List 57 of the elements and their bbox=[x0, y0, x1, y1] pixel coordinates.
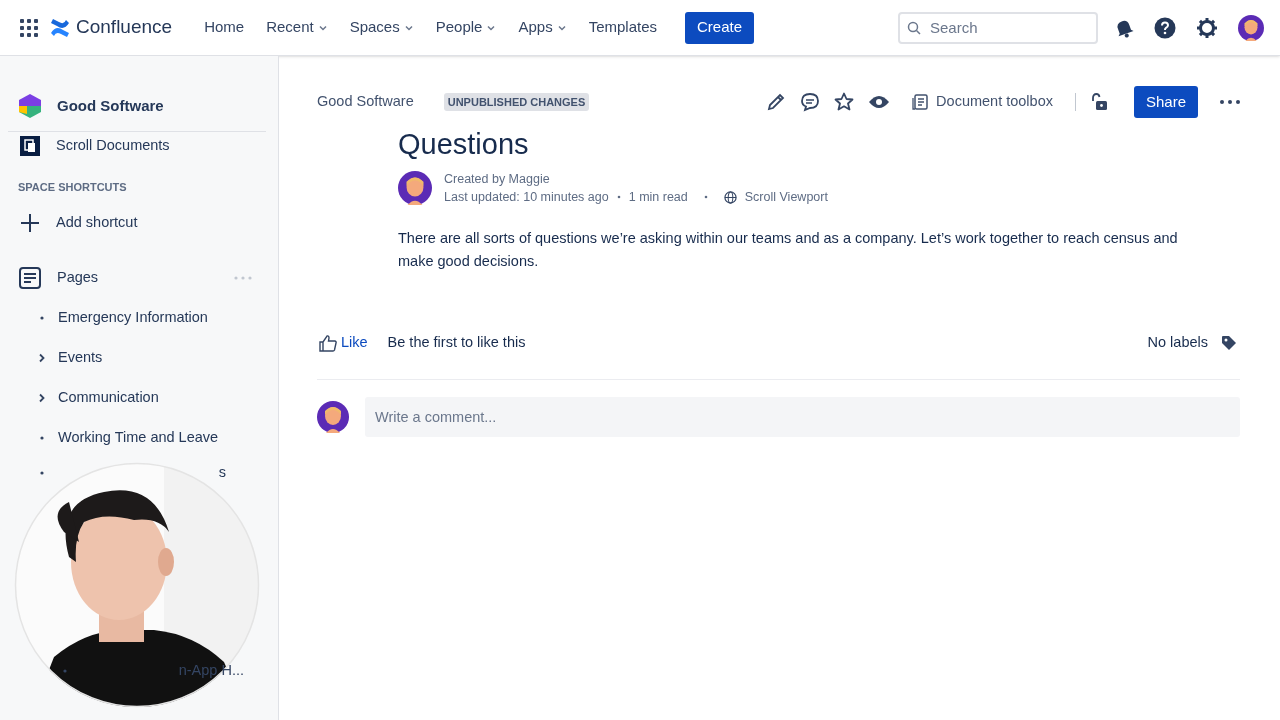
space-logo-icon[interactable] bbox=[19, 94, 41, 118]
like-note: Be the first to like this bbox=[387, 333, 526, 353]
read-time-text: 1 min read bbox=[628, 189, 688, 206]
settings-icon[interactable] bbox=[1196, 16, 1218, 39]
share-button[interactable]: Share bbox=[1133, 86, 1198, 118]
breadcrumb-link[interactable]: Good Software bbox=[317, 91, 414, 113]
page-tree-item[interactable]: Working Time and Leave bbox=[58, 426, 219, 449]
edit-pencil-icon[interactable] bbox=[766, 92, 787, 112]
unlocked-padlock-icon[interactable] bbox=[1089, 93, 1108, 111]
app-grid-icon[interactable] bbox=[20, 18, 38, 37]
chevron-right-icon[interactable] bbox=[38, 392, 46, 403]
page-tree-item[interactable]: Emergency Information bbox=[58, 306, 208, 329]
page-tree-item[interactable]: Events bbox=[58, 346, 103, 369]
page-tree-item[interactable]: n-App H... bbox=[178, 659, 244, 682]
page-tree-item[interactable]: Communication bbox=[58, 386, 159, 409]
tag-icon[interactable] bbox=[1221, 335, 1237, 351]
nav-menu-item[interactable]: Home bbox=[196, 12, 253, 43]
globe-icon bbox=[723, 190, 737, 204]
chevron-right-icon[interactable] bbox=[38, 352, 46, 363]
nav-menu-item[interactable]: Apps bbox=[510, 12, 575, 43]
author-text: Created by Maggie bbox=[444, 171, 551, 188]
sidebar-item[interactable]: Scroll Documents bbox=[56, 135, 170, 157]
sidebar-item[interactable]: Add shortcut bbox=[56, 211, 138, 234]
more-icon[interactable] bbox=[1220, 100, 1240, 104]
body-paragraph: There are all sorts of questions we’re asking within our teams and as a company. Let’s work together to reach census and make good decisions. bbox=[398, 229, 1179, 271]
document-icon bbox=[912, 94, 929, 110]
create-button[interactable]: Create bbox=[685, 11, 755, 44]
star-icon[interactable] bbox=[834, 92, 855, 112]
section-heading: SPACE SHORTCUTS bbox=[17, 180, 128, 195]
sidebar-item[interactable]: Pages bbox=[57, 266, 99, 289]
help-icon[interactable] bbox=[1154, 16, 1176, 39]
logo-icon[interactable] bbox=[50, 17, 70, 38]
document-toolbox-button[interactable]: Document toolbox bbox=[912, 91, 1053, 113]
avatar-icon[interactable] bbox=[1238, 14, 1264, 41]
nav-menu-item[interactable]: Recent bbox=[258, 12, 336, 43]
like-button[interactable]: Like bbox=[319, 332, 368, 354]
plus-icon[interactable] bbox=[20, 212, 40, 233]
page-icon[interactable] bbox=[19, 266, 41, 289]
nav-menu-item[interactable]: Spaces bbox=[341, 12, 422, 43]
avatar-icon[interactable] bbox=[398, 171, 432, 205]
document-app-icon[interactable] bbox=[20, 136, 40, 156]
nav-menu-item[interactable]: People bbox=[427, 12, 505, 43]
search-icon bbox=[907, 20, 921, 35]
nav-menu-item[interactable]: Templates bbox=[580, 12, 665, 43]
avatar-icon[interactable] bbox=[317, 401, 349, 433]
thumbs-up-icon bbox=[319, 334, 337, 352]
status-badge: UNPUBLISHED CHANGES bbox=[443, 92, 590, 112]
labels-text: No labels bbox=[1147, 333, 1208, 353]
page-title: Questions bbox=[398, 127, 530, 162]
comment-field[interactable]: Write a comment... bbox=[365, 397, 1240, 437]
product-name[interactable]: Confluence bbox=[76, 13, 173, 42]
comment-icon[interactable] bbox=[800, 92, 821, 112]
page-tree-item[interactable]: s bbox=[218, 461, 226, 484]
app-link[interactable]: Scroll Viewport bbox=[744, 188, 828, 206]
search-field[interactable]: Search bbox=[898, 11, 1098, 44]
last-updated-text: Last updated: 10 minutes ago bbox=[444, 189, 609, 206]
space-name[interactable]: Good Software bbox=[57, 94, 164, 118]
